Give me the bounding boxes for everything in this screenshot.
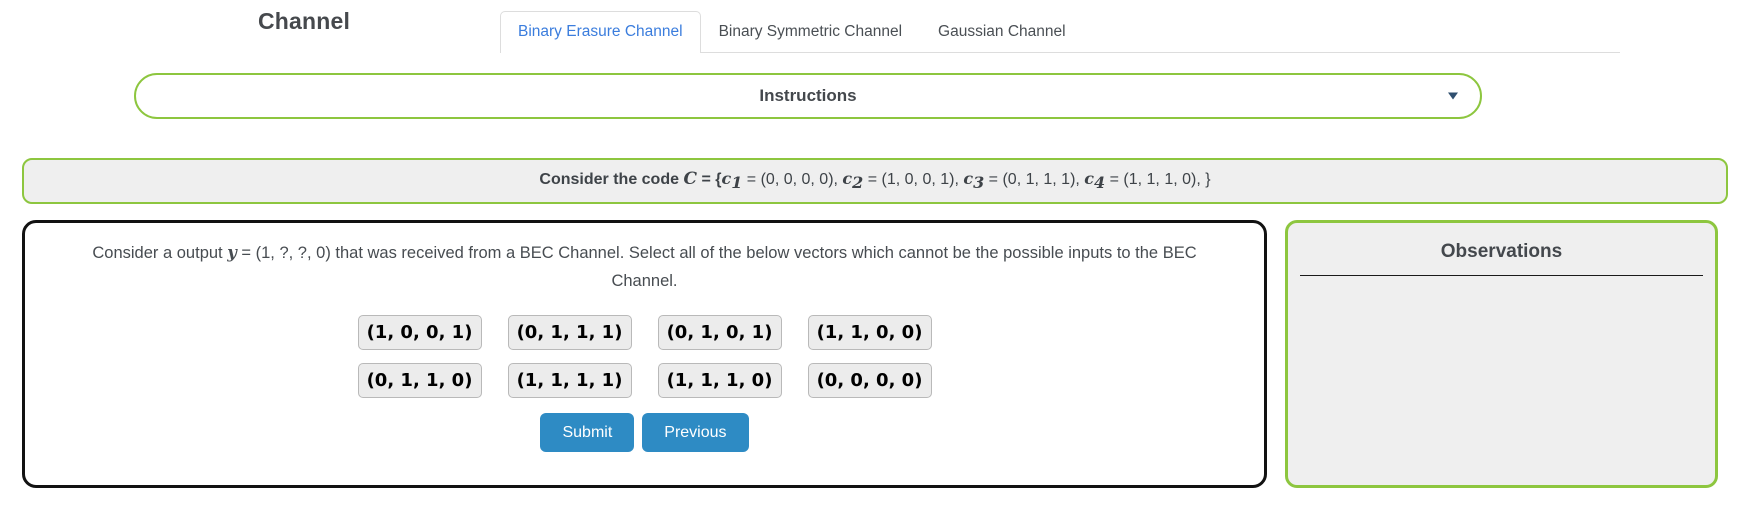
codeword-name: c (721, 169, 732, 189)
submit-button[interactable]: Submit (540, 413, 635, 452)
codeword-value: (1, 0, 0, 1) (881, 171, 955, 189)
vector-options-row-1: (1, 0, 0, 1) (0, 1, 1, 1) (0, 1, 0, 1) (… (357, 315, 932, 350)
code-equals: = (701, 171, 711, 189)
vector-option[interactable]: (0, 1, 1, 1) (507, 315, 632, 350)
chevron-down-icon[interactable] (1448, 92, 1458, 100)
codeword-name: c (1084, 169, 1095, 189)
vector-option[interactable]: (1, 0, 0, 1) (357, 315, 482, 350)
codeword-name: c (842, 169, 853, 189)
codeword-value: (0, 1, 1, 1) (1002, 171, 1076, 189)
vector-options-grid: (1, 0, 0, 1) (0, 1, 1, 1) (0, 1, 0, 1) (… (25, 315, 1264, 398)
question-text-before: Consider a output (92, 244, 228, 262)
codeword-value: (1, 1, 1, 0) (1123, 171, 1197, 189)
vector-option[interactable]: (0, 1, 0, 1) (657, 315, 782, 350)
previous-button[interactable]: Previous (642, 413, 749, 452)
header: Channel Binary Erasure Channel Binary Sy… (0, 0, 1750, 53)
action-buttons: Submit Previous (25, 413, 1264, 452)
codeword-index: 4 (1094, 173, 1106, 193)
output-symbol: y (227, 243, 237, 262)
vector-option[interactable]: (1, 1, 1, 1) (507, 363, 632, 398)
code-banner: Consider the code C = {c1 = (0, 0, 0, 0)… (22, 158, 1728, 204)
instructions-label: Instructions (759, 86, 857, 105)
vector-option[interactable]: (0, 0, 0, 0) (807, 363, 932, 398)
codeword-index: 1 (731, 173, 743, 193)
codeword-index: 2 (852, 173, 864, 193)
tab-label: Gaussian Channel (938, 23, 1066, 40)
code-prefix: Consider the code (539, 171, 679, 189)
codeword-value: (0, 0, 0, 0) (760, 171, 834, 189)
code-definition: Consider the code C = {c1 = (0, 0, 0, 0)… (539, 169, 1211, 193)
question-text-after: = (1, ?, ?, 0) that was received from a … (236, 244, 1197, 290)
observations-title: Observations (1440, 241, 1563, 262)
page-title: Channel (258, 8, 351, 34)
vector-options-row-2: (0, 1, 1, 0) (1, 1, 1, 1) (1, 1, 1, 0) (… (357, 363, 932, 398)
observations-panel: Observations (1285, 220, 1718, 488)
vector-option[interactable]: (1, 1, 1, 0) (657, 363, 782, 398)
question-panel: Consider a output y = (1, ?, ?, 0) that … (22, 220, 1267, 488)
tab-binary-erasure-channel[interactable]: Binary Erasure Channel (500, 11, 701, 53)
vector-option[interactable]: (1, 1, 0, 0) (807, 315, 932, 350)
code-close-brace: } (1205, 171, 1211, 189)
tab-label: Binary Symmetric Channel (718, 23, 903, 40)
tab-label: Binary Erasure Channel (518, 23, 683, 40)
tab-bar: Binary Erasure Channel Binary Symmetric … (500, 4, 1620, 53)
instructions-accordion[interactable]: Instructions (134, 73, 1482, 119)
code-set-symbol: C (683, 169, 697, 190)
question-prompt: Consider a output y = (1, ?, ?, 0) that … (87, 239, 1202, 295)
codeword-name: c (963, 169, 974, 189)
observations-list (1288, 276, 1715, 456)
codeword-index: 3 (973, 173, 985, 193)
tab-gaussian-channel[interactable]: Gaussian Channel (920, 11, 1084, 53)
tab-binary-symmetric-channel[interactable]: Binary Symmetric Channel (701, 11, 920, 53)
vector-option[interactable]: (0, 1, 1, 0) (357, 363, 482, 398)
